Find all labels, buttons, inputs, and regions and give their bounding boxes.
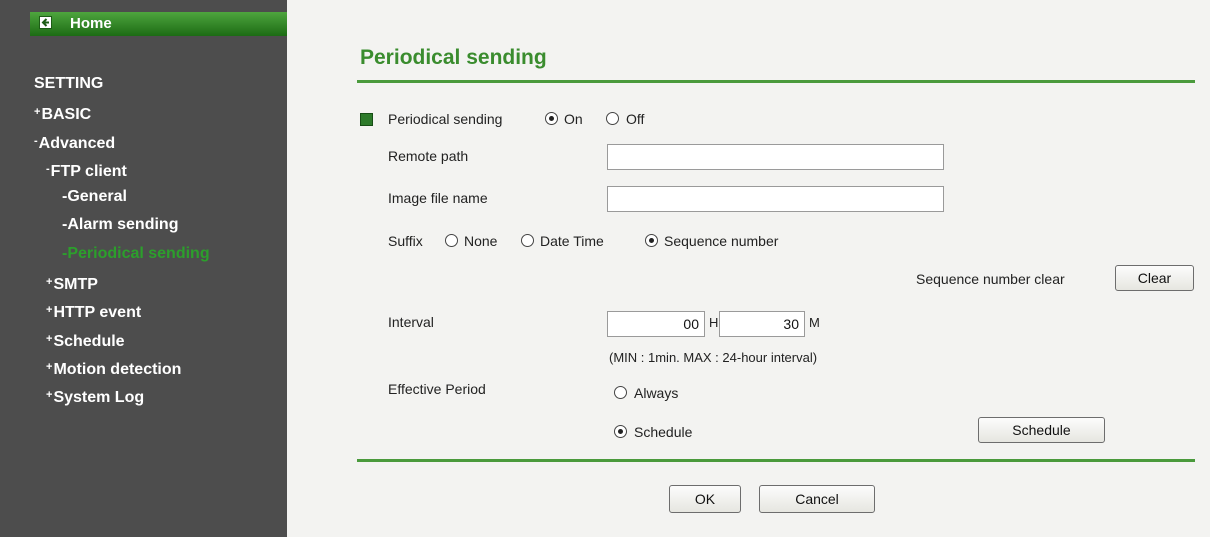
suffix-label: Suffix — [388, 233, 423, 249]
schedule-button[interactable]: Schedule — [978, 417, 1105, 443]
clear-button[interactable]: Clear — [1115, 265, 1194, 291]
sidebar-item-http-event[interactable]: +HTTP event — [46, 301, 141, 322]
sidebar-item-periodical-sending[interactable]: -Periodical sending — [62, 245, 210, 263]
sidebar-heading-setting: SETTING — [34, 75, 104, 92]
footer-divider — [357, 459, 1195, 462]
interval-hours-input[interactable]: 00 — [607, 311, 705, 337]
page-title: Periodical sending — [360, 46, 547, 69]
green-square-icon — [360, 113, 373, 126]
effective-always-radio[interactable] — [614, 386, 627, 399]
sidebar-item-ftp-client[interactable]: -FTP client — [46, 160, 127, 181]
effective-schedule-label: Schedule — [634, 424, 693, 440]
periodical-on-radio[interactable] — [545, 112, 558, 125]
interval-minutes-input[interactable]: 30 — [719, 311, 805, 337]
suffix-datetime-radio[interactable] — [521, 234, 534, 247]
home-link[interactable]: Home — [30, 12, 287, 36]
ok-button[interactable]: OK — [669, 485, 741, 513]
back-arrow-icon — [39, 16, 52, 29]
remote-path-input[interactable] — [607, 144, 944, 170]
interval-hint: (MIN : 1min. MAX : 24-hour interval) — [609, 350, 818, 365]
effective-schedule-radio[interactable] — [614, 425, 627, 438]
periodical-on-label: On — [564, 111, 583, 127]
cancel-button[interactable]: Cancel — [759, 485, 875, 513]
suffix-sequence-label: Sequence number — [664, 233, 779, 249]
sequence-clear-label: Sequence number clear — [916, 271, 1065, 287]
hours-unit-label: H — [709, 315, 719, 330]
periodical-sending-label: Periodical sending — [388, 111, 503, 127]
remote-path-label: Remote path — [388, 148, 469, 164]
sidebar-item-general[interactable]: -General — [62, 188, 127, 206]
suffix-none-radio[interactable] — [445, 234, 458, 247]
image-file-name-input[interactable] — [607, 186, 944, 212]
sidebar: Home SETTING +BASIC -Advanced -FTP clien… — [0, 0, 287, 537]
sidebar-item-schedule[interactable]: +Schedule — [46, 330, 125, 351]
home-label: Home — [70, 15, 112, 32]
sidebar-item-advanced[interactable]: -Advanced — [34, 132, 115, 153]
effective-period-label: Effective Period — [388, 381, 486, 397]
minutes-unit-label: M — [809, 315, 820, 330]
periodical-off-radio[interactable] — [606, 112, 619, 125]
sidebar-item-motion-detection[interactable]: +Motion detection — [46, 358, 181, 379]
title-divider — [357, 80, 1195, 83]
suffix-sequence-radio[interactable] — [645, 234, 658, 247]
sidebar-item-system-log[interactable]: +System Log — [46, 386, 144, 407]
sidebar-item-smtp[interactable]: +SMTP — [46, 273, 98, 294]
suffix-none-label: None — [464, 233, 498, 249]
image-file-name-label: Image file name — [388, 190, 488, 206]
interval-label: Interval — [388, 314, 434, 330]
periodical-off-label: Off — [626, 111, 645, 127]
suffix-datetime-label: Date Time — [540, 233, 604, 249]
effective-always-label: Always — [634, 385, 679, 401]
sidebar-item-alarm-sending[interactable]: -Alarm sending — [62, 216, 178, 234]
sidebar-item-basic[interactable]: +BASIC — [34, 103, 91, 124]
